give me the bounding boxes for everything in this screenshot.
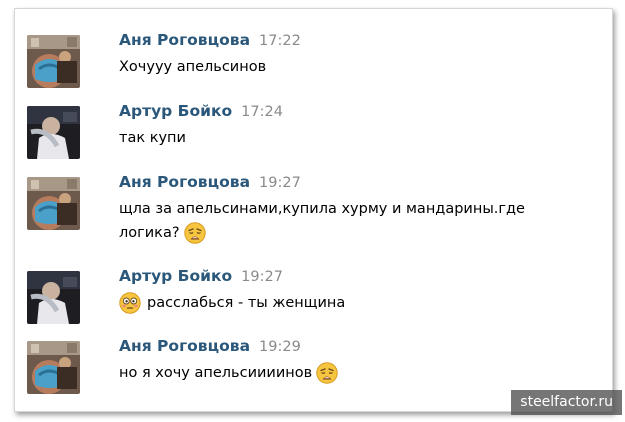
anya-avatar[interactable] bbox=[27, 35, 80, 88]
message-text: расслабься - ты женщина bbox=[119, 291, 345, 315]
message-text: но я хочу апельсиииинов bbox=[119, 361, 338, 385]
message-time[interactable]: 19:27 bbox=[259, 175, 301, 191]
author-name[interactable]: Артур Бойко 19:27 bbox=[119, 267, 283, 285]
weary-face-icon bbox=[184, 222, 206, 244]
message-text-line: так купи bbox=[119, 130, 186, 146]
site-watermark: steelfactor.ru bbox=[511, 390, 622, 415]
anya-avatar[interactable] bbox=[27, 177, 80, 230]
message-time[interactable]: 17:24 bbox=[241, 104, 283, 120]
message-time[interactable]: 17:22 bbox=[259, 33, 301, 49]
artur-avatar[interactable] bbox=[27, 271, 80, 324]
artur-avatar[interactable] bbox=[27, 106, 80, 159]
message-text: Хочууу апельсинов bbox=[119, 55, 266, 79]
message-time[interactable]: 19:27 bbox=[241, 269, 283, 285]
message-text-line: но я хочу апельсиииинов bbox=[119, 365, 313, 381]
weary-face-icon bbox=[316, 362, 338, 384]
message-text-line: расслабься - ты женщина bbox=[147, 295, 346, 311]
message-text-line: Хочууу апельсинов bbox=[119, 59, 267, 75]
author-name[interactable]: Аня Роговцова 17:22 bbox=[119, 31, 301, 49]
message-text-line: логика? bbox=[119, 225, 180, 241]
chat-window: Аня Роговцова 17:22 Хочууу апельсинов Арт… bbox=[14, 8, 613, 412]
message-text: так купи bbox=[119, 126, 186, 150]
author-name[interactable]: Аня Роговцова 19:27 bbox=[119, 173, 301, 191]
message-text: щла за апельсинами,купила хурму и мандар… bbox=[119, 197, 525, 245]
author-name[interactable]: Аня Роговцова 19:29 bbox=[119, 337, 301, 355]
message-text-line: щла за апельсинами,купила хурму и мандар… bbox=[119, 201, 525, 217]
author-name[interactable]: Артур Бойко 17:24 bbox=[119, 102, 283, 120]
flushed-face-icon bbox=[119, 292, 141, 314]
anya-avatar[interactable] bbox=[27, 341, 80, 394]
message-time[interactable]: 19:29 bbox=[259, 339, 301, 355]
